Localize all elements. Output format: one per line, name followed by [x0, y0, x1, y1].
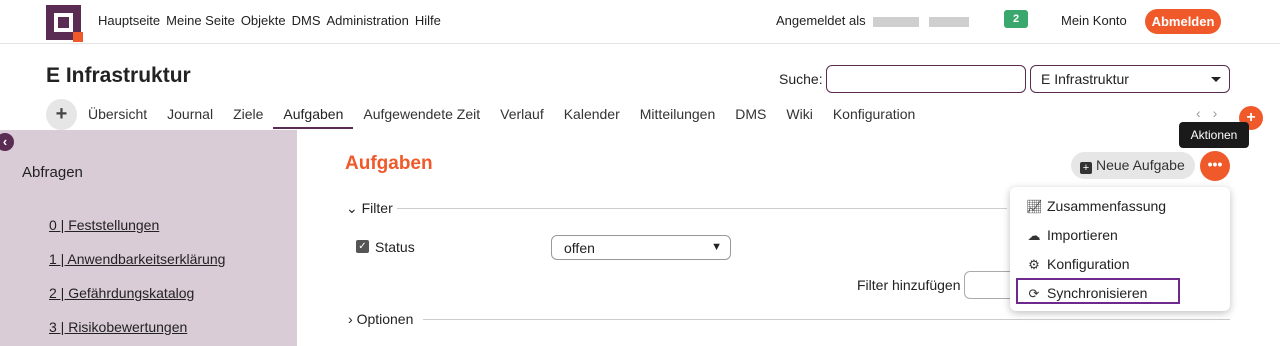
gear-icon: ⚙	[1028, 257, 1040, 272]
menu-item-label: Importieren	[1047, 227, 1118, 243]
tab-wiki[interactable]: Wiki	[786, 106, 812, 129]
project-select-value: E Infrastruktur	[1041, 71, 1129, 87]
plus-square-icon: +	[1080, 162, 1092, 174]
sidebar-query-2[interactable]: 2 | Gefährdungskatalog	[49, 285, 194, 301]
chevron-left-icon[interactable]: ‹	[1196, 105, 1201, 121]
sync-icon: ⟳	[1028, 286, 1040, 301]
tab-scroll-arrows: ‹ ›	[1196, 105, 1229, 121]
redacted-username	[873, 16, 920, 27]
project-title: E Infrastruktur	[46, 64, 191, 87]
add-filter-label: Filter hinzufügen	[857, 277, 961, 293]
tab-verlauf[interactable]: Verlauf	[500, 106, 544, 129]
topnav-administration[interactable]: Administration	[327, 13, 409, 28]
chevron-down-icon: ▼	[711, 241, 722, 253]
actions-dropdown: 📈︎ Zusammenfassung ☁ Importieren ⚙ Konfigur…	[1010, 187, 1230, 311]
add-plus-button[interactable]: +	[46, 99, 77, 130]
search-label: Suche:	[779, 71, 823, 87]
new-task-label: Neue Aufgabe	[1096, 157, 1185, 173]
tab-aufgaben[interactable]: Aufgaben	[273, 106, 354, 129]
chart-line-icon: 📈︎	[1026, 199, 1043, 214]
logged-in-label: Angemeldet als	[776, 13, 866, 28]
topnav-hauptseite[interactable]: Hauptseite	[98, 13, 160, 28]
new-task-button[interactable]: + Neue Aufgabe	[1071, 152, 1195, 179]
notification-badge[interactable]: 2	[1004, 10, 1028, 28]
menu-item-importieren[interactable]: ☁ Importieren	[1026, 222, 1190, 248]
options-legend-label: Optionen	[356, 311, 414, 327]
menu-item-label: Synchronisieren	[1047, 285, 1148, 301]
logo-accent	[73, 32, 83, 42]
tab-kalender[interactable]: Kalender	[564, 106, 620, 129]
tab-uebersicht[interactable]: Übersicht	[88, 106, 147, 129]
top-navigation: Hauptseite Meine Seite Objekte DMS Admin…	[98, 13, 447, 28]
top-bar: Hauptseite Meine Seite Objekte DMS Admin…	[0, 0, 1280, 44]
status-label: Status	[375, 239, 415, 255]
status-checkbox[interactable]: ✓	[356, 240, 369, 253]
topnav-hilfe[interactable]: Hilfe	[415, 13, 441, 28]
project-select[interactable]: E Infrastruktur	[1030, 65, 1230, 93]
app-logo[interactable]	[46, 5, 83, 42]
page-title: Aufgaben	[345, 153, 433, 174]
status-select-value: offen	[564, 240, 595, 256]
logo-core	[58, 17, 69, 28]
options-divider	[423, 319, 1230, 320]
menu-item-zusammenfassung[interactable]: 📈︎ Zusammenfassung	[1026, 193, 1190, 219]
sidebar-query-3[interactable]: 3 | Risikobewertungen	[49, 319, 187, 335]
my-account-link[interactable]: Mein Konto	[1061, 13, 1127, 28]
cloud-upload-icon: ☁	[1027, 228, 1041, 243]
filter-divider	[397, 208, 1007, 209]
sidebar-query-1[interactable]: 1 | Anwendbarkeitserklärung	[49, 251, 225, 267]
menu-item-label: Zusammenfassung	[1047, 198, 1167, 214]
chevron-right-icon[interactable]: ›	[1213, 105, 1218, 121]
redacted-username-2	[928, 16, 969, 27]
topnav-dms[interactable]: DMS	[292, 13, 321, 28]
tab-mitteilungen[interactable]: Mitteilungen	[640, 106, 716, 129]
tab-aufgewendete-zeit[interactable]: Aufgewendete Zeit	[363, 106, 480, 129]
tab-konfiguration[interactable]: Konfiguration	[833, 106, 916, 129]
status-operator-select[interactable]: offen ▼	[551, 235, 731, 260]
actions-menu-button[interactable]: •••	[1200, 151, 1230, 181]
tab-journal[interactable]: Journal	[167, 106, 213, 129]
topnav-objekte[interactable]: Objekte	[241, 13, 286, 28]
tab-ziele[interactable]: Ziele	[233, 106, 263, 129]
filter-legend-label: Filter	[361, 200, 393, 216]
sidebar-heading: Abfragen	[22, 164, 83, 181]
tab-dms[interactable]: DMS	[735, 106, 766, 129]
project-tabs: Übersicht Journal Ziele Aufgaben Aufgewe…	[88, 106, 935, 129]
caret-down-icon	[1211, 77, 1221, 82]
actions-tooltip: Aktionen	[1179, 122, 1249, 148]
menu-item-label: Konfiguration	[1047, 256, 1130, 272]
options-toggle[interactable]: › Optionen	[348, 311, 413, 327]
chevron-right-icon: ›	[348, 311, 353, 327]
filter-toggle[interactable]: ⌄ Filter	[346, 200, 393, 217]
topnav-meine-seite[interactable]: Meine Seite	[166, 13, 235, 28]
logout-button[interactable]: Abmelden	[1145, 9, 1221, 34]
menu-item-synchronisieren[interactable]: ⟳ Synchronisieren	[1016, 278, 1180, 304]
sidebar	[0, 130, 297, 346]
menu-item-konfiguration[interactable]: ⚙ Konfiguration	[1026, 251, 1190, 277]
logged-in-info: Angemeldet als	[776, 13, 969, 28]
search-input[interactable]	[826, 65, 1026, 93]
sidebar-query-0[interactable]: 0 | Feststellungen	[49, 217, 159, 233]
chevron-down-icon: ⌄	[346, 200, 358, 216]
